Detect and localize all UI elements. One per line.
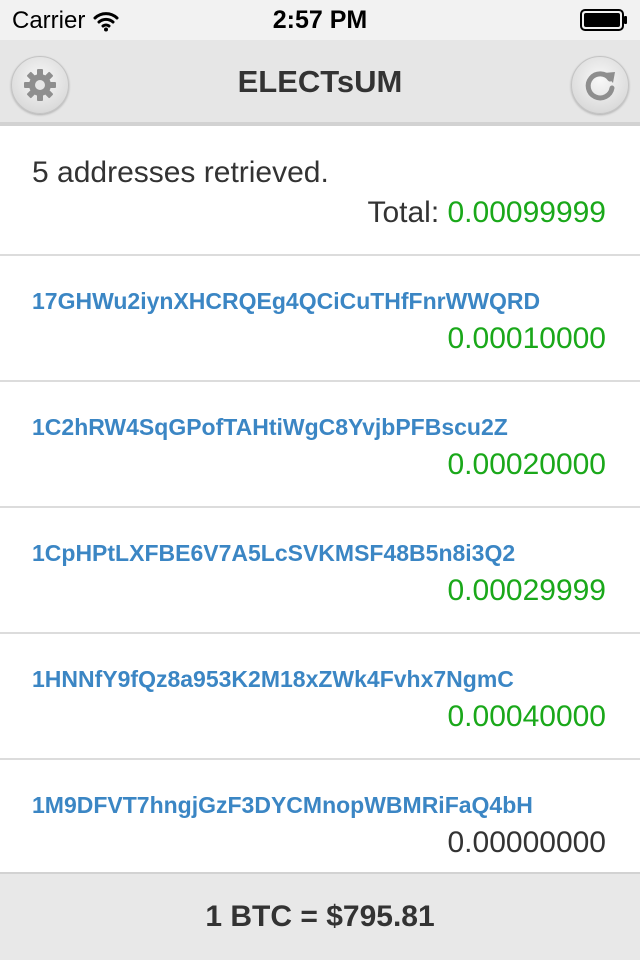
- nav-bar: ELECTsUM: [0, 40, 640, 126]
- address-balance: 0.00000000: [447, 826, 607, 859]
- address-link[interactable]: 1M9DFVT7hngjGzF3DYCMnopWBMRiFaQ4bH: [32, 792, 533, 819]
- app-title: ELECTsUM: [237, 64, 403, 99]
- total-value: 0.00099999: [447, 196, 607, 229]
- address-count-text: 5 addresses retrieved.: [32, 156, 329, 189]
- battery-icon: [580, 9, 627, 31]
- refresh-button[interactable]: [571, 56, 629, 114]
- list-item[interactable]: 1M9DFVT7hngjGzF3DYCMnopWBMRiFaQ4bH 0.000…: [0, 760, 640, 872]
- address-balance: 0.00029999: [447, 574, 607, 607]
- status-bar: Carrier 2:57 PM: [0, 0, 640, 40]
- status-time: 2:57 PM: [272, 6, 368, 34]
- total-balance: Total: 0.00099999: [367, 196, 606, 230]
- summary-section: 5 addresses retrieved. Total: 0.00099999: [0, 130, 640, 256]
- address-balance: 0.00010000: [447, 322, 607, 355]
- total-label: Total:: [367, 196, 448, 229]
- address-list: 17GHWu2iynXHCRQEg4QCiCuTHfFnrWWQRD 0.000…: [0, 256, 640, 872]
- address-balance: 0.00020000: [447, 448, 607, 481]
- address-link[interactable]: 1HNNfY9fQz8a953K2M18xZWk4Fvhx7NgmC: [32, 666, 514, 693]
- list-item[interactable]: 17GHWu2iynXHCRQEg4QCiCuTHfFnrWWQRD 0.000…: [0, 256, 640, 382]
- exchange-rate-text: 1 BTC = $795.81: [205, 900, 435, 933]
- exchange-rate-bar: 1 BTC = $795.81: [0, 872, 640, 960]
- address-link[interactable]: 1CpHPtLXFBE6V7A5LcSVKMSF48B5n8i3Q2: [32, 540, 515, 567]
- refresh-icon: [585, 71, 615, 101]
- address-balance: 0.00040000: [447, 700, 607, 733]
- list-item[interactable]: 1C2hRW4SqGPofTAHtiWgC8YvjbPFBscu2Z 0.000…: [0, 382, 640, 508]
- address-link[interactable]: 1C2hRW4SqGPofTAHtiWgC8YvjbPFBscu2Z: [32, 414, 508, 441]
- address-link[interactable]: 17GHWu2iynXHCRQEg4QCiCuTHfFnrWWQRD: [32, 288, 540, 315]
- list-item[interactable]: 1CpHPtLXFBE6V7A5LcSVKMSF48B5n8i3Q2 0.000…: [0, 508, 640, 634]
- list-item[interactable]: 1HNNfY9fQz8a953K2M18xZWk4Fvhx7NgmC 0.000…: [0, 634, 640, 760]
